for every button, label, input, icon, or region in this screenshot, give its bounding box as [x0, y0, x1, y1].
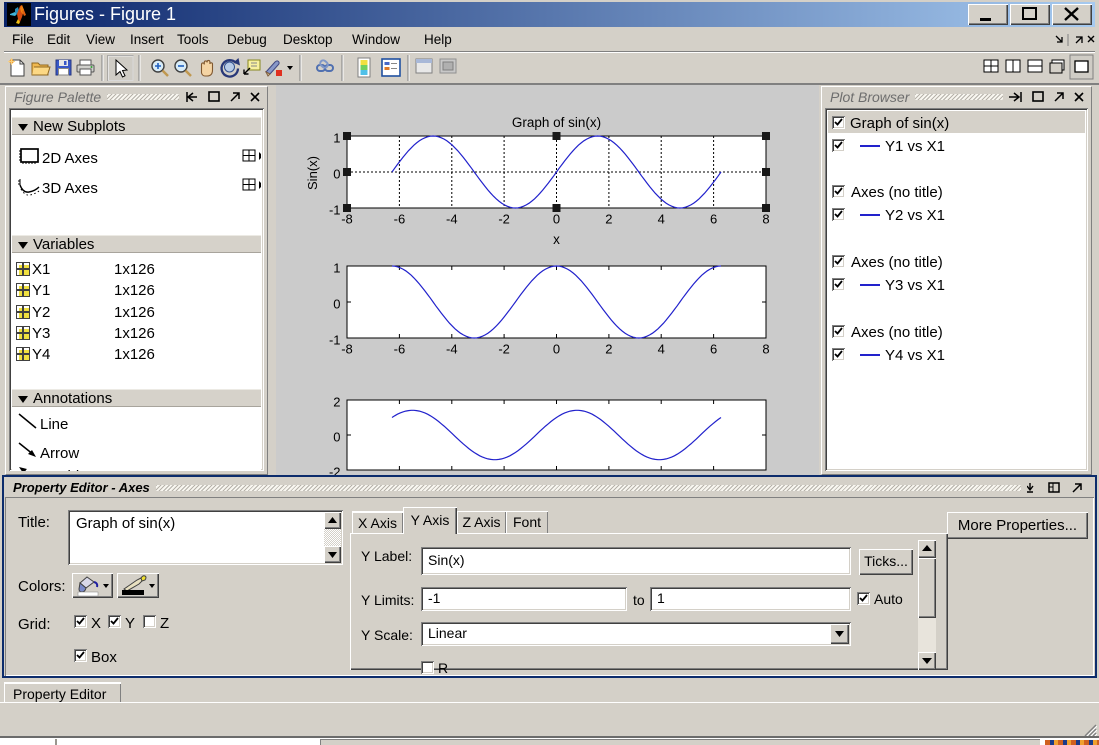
svg-text:0: 0	[553, 342, 560, 357]
svg-text:-6: -6	[394, 212, 406, 227]
svg-text:-4: -4	[446, 212, 458, 227]
svg-text:6: 6	[710, 212, 717, 227]
svg-text:2: 2	[605, 212, 612, 227]
svg-text:-4: -4	[446, 342, 458, 357]
svg-text:0: 0	[333, 167, 340, 182]
svg-text:-1: -1	[329, 333, 341, 348]
svg-text:-6: -6	[394, 342, 406, 357]
svg-text:-2: -2	[329, 465, 341, 476]
svg-text:-8: -8	[341, 212, 353, 227]
svg-text:1: 1	[333, 131, 340, 146]
svg-text:0: 0	[553, 212, 560, 227]
svg-text:Graph of sin(x): Graph of sin(x)	[512, 115, 601, 130]
svg-text:2: 2	[605, 342, 612, 357]
svg-text:-8: -8	[341, 342, 353, 357]
svg-text:0: 0	[333, 297, 340, 312]
svg-text:2: 2	[333, 395, 340, 410]
svg-text:8: 8	[762, 212, 769, 227]
svg-text:-2: -2	[498, 342, 510, 357]
svg-text:x: x	[553, 232, 560, 247]
svg-text:4: 4	[658, 342, 665, 357]
svg-text:8: 8	[762, 342, 769, 357]
svg-text:1: 1	[333, 261, 340, 276]
svg-text:0: 0	[333, 430, 340, 445]
svg-text:6: 6	[710, 342, 717, 357]
svg-text:Sin(x): Sin(x)	[305, 156, 320, 190]
svg-text:-1: -1	[329, 203, 341, 218]
svg-text:-2: -2	[498, 212, 510, 227]
svg-text:4: 4	[658, 212, 665, 227]
